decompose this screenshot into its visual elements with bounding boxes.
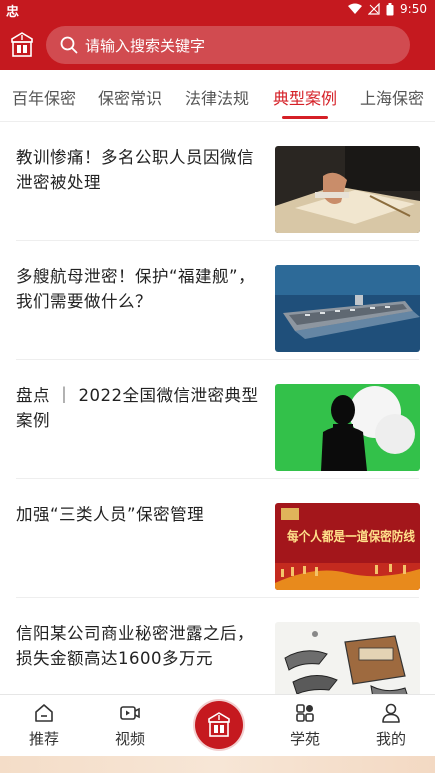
news-thumbnail: 每个人都是一道保密防线 — [275, 503, 420, 590]
apps-icon — [296, 704, 314, 722]
bottom-nav: 推荐 视频 学苑 我的 — [0, 694, 435, 756]
video-icon — [120, 706, 140, 720]
news-item[interactable]: 加强“三类人员”保密管理 每个人都是一道保密防线 — [0, 479, 435, 598]
news-item[interactable]: 盘点 ｜ 2022全国微信泄密典型案例 — [0, 360, 435, 479]
app-notification-icon: 忠 — [6, 5, 20, 20]
nav-label: 视频 — [114, 730, 145, 748]
category-tabs: 百年保密 保密常识 法律法规 典型案例 上海保密 — [0, 70, 435, 122]
wifi-icon — [348, 3, 363, 14]
news-item[interactable]: 教训惨痛！多名公职人员因微信泄密被处理 — [0, 122, 435, 241]
nav-wode[interactable]: 我的 — [361, 702, 421, 749]
nav-tuijian[interactable]: 推荐 — [14, 702, 74, 749]
search-input[interactable]: 请输入搜索关键字 — [46, 26, 410, 64]
nav-shipin[interactable]: 视频 — [100, 702, 160, 749]
search-placeholder: 请输入搜索关键字 — [85, 36, 206, 55]
news-thumbnail — [275, 622, 420, 694]
news-item[interactable]: 多艘航母泄密！保护“福建舰”，我们需要做什么？ — [0, 241, 435, 360]
news-item[interactable]: 信阳某公司商业秘密泄露之后，损失金额高达1600多万元 — [0, 598, 435, 694]
center-logo-button[interactable] — [195, 701, 243, 749]
tab-falv-fagui[interactable]: 法律法规 — [185, 85, 249, 109]
search-icon — [60, 36, 78, 54]
nav-label: 学苑 — [289, 730, 320, 748]
tab-shanghai-baomi[interactable]: 上海保密 — [360, 85, 424, 109]
news-title: 盘点 ｜ 2022全国微信泄密典型案例 — [16, 386, 259, 430]
profile-icon — [382, 703, 400, 723]
nav-xueyuan[interactable]: 学苑 — [275, 702, 335, 749]
battery-icon — [386, 2, 394, 15]
news-title: 多艘航母泄密！保护“福建舰”，我们需要做什么？ — [16, 267, 256, 311]
news-thumbnail — [275, 146, 420, 233]
news-list: 教训惨痛！多名公职人员因微信泄密被处理 多艘航母泄密！保护“福建舰”，我们需要做… — [0, 122, 435, 694]
nav-label: 我的 — [375, 730, 406, 748]
tab-dianxing-anli[interactable]: 典型案例 — [273, 85, 337, 109]
news-title: 加强“三类人员”保密管理 — [16, 505, 205, 524]
nav-label: 推荐 — [28, 730, 59, 748]
gesture-bar — [0, 756, 435, 773]
emblem-icon — [208, 712, 230, 737]
active-tab-indicator — [282, 116, 328, 119]
news-title: 信阳某公司商业秘密泄露之后，损失金额高达1600多万元 — [16, 624, 254, 668]
news-thumbnail — [275, 265, 420, 352]
clock: 9:50 — [400, 2, 427, 16]
status-bar: 忠 9:50 — [0, 0, 435, 20]
thumbnail-caption: 每个人都是一道保密防线 — [287, 529, 415, 544]
top-bar: 请输入搜索关键字 — [0, 20, 435, 70]
tab-baomi-changshi[interactable]: 保密常识 — [98, 85, 162, 109]
news-title: 教训惨痛！多名公职人员因微信泄密被处理 — [16, 148, 254, 192]
news-thumbnail — [275, 384, 420, 471]
tab-bainian-baomi[interactable]: 百年保密 — [12, 85, 76, 109]
app-logo-icon[interactable] — [10, 32, 34, 58]
home-icon — [35, 704, 53, 722]
system-icons: 9:50 — [348, 2, 427, 16]
signal-icon — [368, 3, 380, 15]
